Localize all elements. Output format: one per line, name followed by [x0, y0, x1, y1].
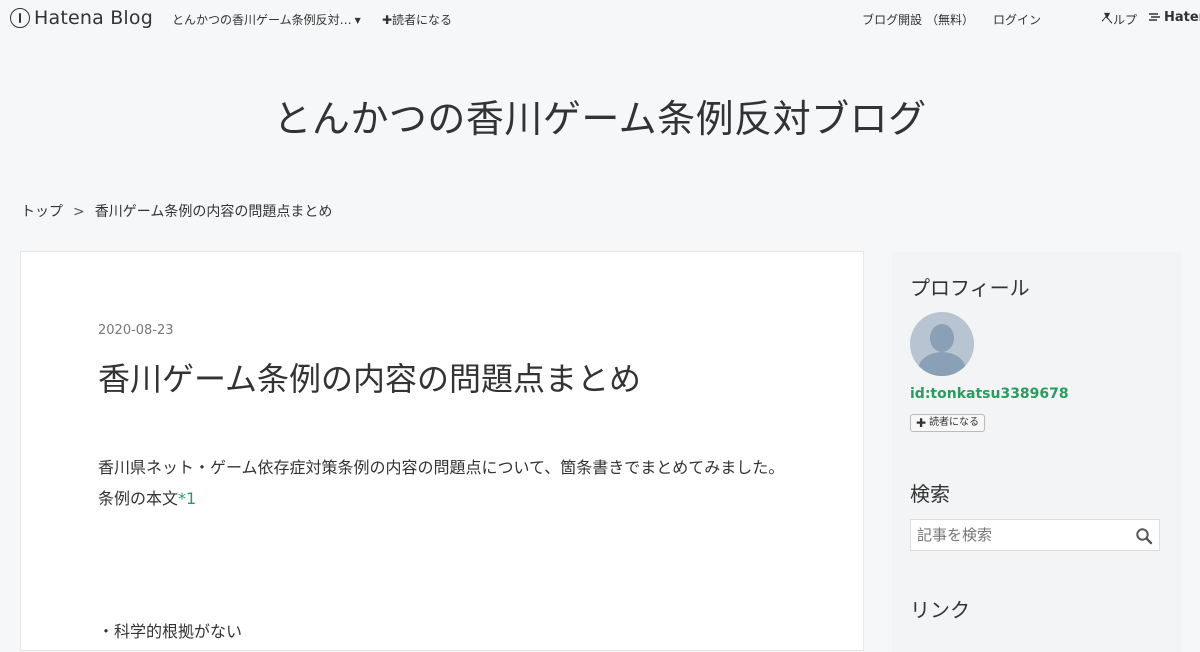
hatena-bird-icon: [1149, 13, 1160, 21]
breadcrumb-top-link[interactable]: トップ: [21, 204, 63, 220]
breadcrumb-current: 香川ゲーム条例の内容の問題点まとめ: [94, 204, 333, 220]
profile-module-title: プロフィール: [910, 276, 1030, 300]
links-module-title: リンク: [910, 598, 970, 622]
blog-name-label: とんかつの香川ゲーム条例反対…: [172, 13, 352, 27]
search-icon[interactable]: [1135, 527, 1153, 545]
entry-body: 香川県ネット・ゲーム依存症対策条例の内容の問題点について、箇条書きでまとめてみま…: [98, 452, 788, 514]
entry-line-text: 条例の本文: [98, 489, 179, 508]
global-header: Hatena Blog とんかつの香川ゲーム条例反対… ▼ ✚読者になる ブログ開…: [0, 0, 1200, 36]
hatena-logo[interactable]: Hatena: [1148, 10, 1200, 25]
search-input[interactable]: [911, 520, 1126, 550]
header-follow-button[interactable]: ✚読者になる: [382, 11, 452, 28]
entry-title[interactable]: 香川ゲーム条例の内容の問題点まとめ: [98, 354, 641, 400]
avatar[interactable]: [910, 312, 974, 376]
avatar-body-shape: [918, 352, 966, 376]
entry-paragraph: 香川県ネット・ゲーム依存症対策条例の内容の問題点について、箇条書きでまとめてみま…: [98, 458, 785, 477]
caret-down-icon: ▼: [1104, 11, 1111, 20]
caret-down-icon: ▼: [354, 16, 361, 25]
entry-list-item: ・科学的根拠がない: [98, 622, 243, 641]
entry-line: 条例の本文*1: [98, 483, 788, 514]
search-form: [910, 519, 1160, 551]
login-link[interactable]: ログイン: [993, 11, 1041, 28]
signup-link[interactable]: ブログ開設 （無料）: [862, 11, 974, 28]
follow-button-label: 読者になる: [929, 417, 980, 428]
blog-name-menu[interactable]: とんかつの香川ゲーム条例反対… ▼: [172, 11, 361, 28]
search-module-title: 検索: [910, 482, 950, 506]
sidebar: プロフィール id:tonkatsu3389678 ✚読者になる 検索 リンク: [892, 252, 1182, 652]
footnote-link[interactable]: *1: [178, 489, 196, 508]
entry-date[interactable]: 2020-08-23: [98, 323, 174, 338]
hatena-label: Hatena: [1164, 10, 1200, 25]
breadcrumb-separator: >: [73, 204, 85, 220]
hatena-blog-pen-icon: [10, 8, 30, 28]
logo-text: Hatena Blog: [34, 7, 153, 29]
entry-article: 2020-08-23 香川ゲーム条例の内容の問題点まとめ 香川県ネット・ゲーム依…: [20, 251, 864, 651]
blog-title[interactable]: とんかつの香川ゲーム条例反対ブログ: [0, 88, 1200, 143]
plus-icon: ✚: [916, 416, 927, 430]
sidebar-follow-button[interactable]: ✚ 読者になる: [910, 414, 986, 432]
profile-id-link[interactable]: id:tonkatsu3389678: [910, 386, 1069, 402]
hatena-blog-logo[interactable]: Hatena Blog: [10, 7, 153, 29]
breadcrumb: トップ > 香川ゲーム条例の内容の問題点まとめ: [21, 201, 332, 221]
avatar-head-shape: [930, 324, 954, 352]
